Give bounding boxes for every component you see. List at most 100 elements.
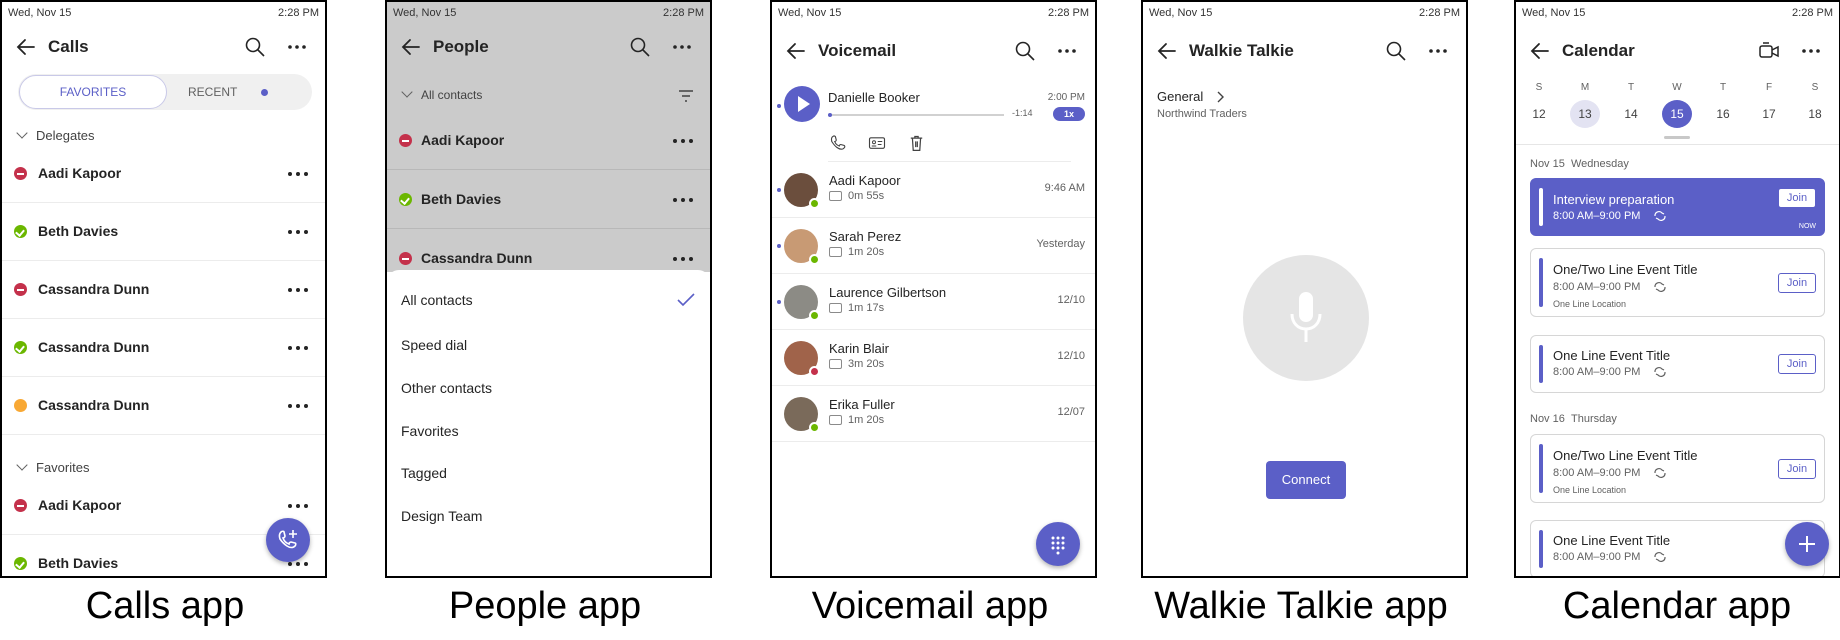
voicemail-playing-item[interactable]: Danielle Booker 2:00 PM -1:14 1x [772,80,1095,162]
voicemail-item[interactable]: Laurence Gilbertson 1m 17s 12/10 [772,274,1095,330]
option-other-contacts[interactable]: Other contacts [401,380,492,396]
event-card[interactable]: One/Two Line Event Title 8:00 AM–9:00 PM… [1530,434,1825,503]
voicemail-item[interactable]: Sarah Perez 1m 20s Yesterday [772,218,1095,274]
more-options-icon[interactable] [287,171,309,177]
more-options-icon[interactable] [287,503,309,509]
people-header: People [387,26,710,68]
search-icon[interactable] [1013,39,1037,63]
back-arrow-icon[interactable] [784,39,808,63]
more-options-icon[interactable] [287,287,309,293]
day-cell[interactable]: 12 [1524,100,1554,128]
contact-row[interactable]: Cassandra Dunn [2,377,325,435]
meet-now-icon[interactable] [1757,39,1781,63]
chevron-down-icon [401,86,413,98]
more-options-icon[interactable] [672,256,694,262]
event-card[interactable]: One Line Event Title 8:00 AM–9:00 PM Joi… [1530,335,1825,393]
option-all-contacts[interactable]: All contacts [401,292,473,308]
contacts-filter[interactable]: All contacts [401,86,482,102]
more-options-icon[interactable] [1426,39,1450,63]
option-design-team[interactable]: Design Team [401,508,482,524]
search-icon[interactable] [243,35,267,59]
dialpad-button[interactable] [1036,522,1080,566]
presence-busy-icon [14,167,27,180]
channel-selector[interactable]: General [1157,88,1224,106]
week-strip-handle[interactable] [1664,136,1690,139]
avatar [784,397,820,433]
weekday-label: M [1580,82,1590,93]
back-arrow-icon[interactable] [14,35,38,59]
dial-call-button[interactable] [266,518,310,562]
status-date: Wed, Nov 15 [778,7,842,19]
push-to-talk-button[interactable] [1243,255,1369,381]
playback-speed-button[interactable]: 1x [1053,107,1085,121]
presence-available-icon [809,422,820,433]
tab-favorites[interactable]: FAVORITES [19,75,167,109]
filter-icon[interactable] [678,90,694,102]
day-cell-selected[interactable]: 13 [1570,100,1600,128]
more-options-icon[interactable] [1055,39,1079,63]
day-cell[interactable]: 18 [1800,100,1830,128]
voicemail-item[interactable]: Erika Fuller 1m 20s 12/07 [772,386,1095,442]
day-cell[interactable]: 16 [1708,100,1738,128]
section-favorites[interactable]: Favorites [16,459,89,475]
search-icon[interactable] [628,35,652,59]
join-button[interactable]: Join [1778,459,1816,479]
day-cell[interactable]: 17 [1754,100,1784,128]
option-speed-dial[interactable]: Speed dial [401,337,467,353]
voicemail-item[interactable]: Aadi Kapoor 0m 55s 9:46 AM [772,162,1095,218]
section-delegates[interactable]: Delegates [16,127,95,143]
event-time: 8:00 AM–9:00 PM [1553,551,1641,563]
join-button[interactable]: Join [1778,188,1816,208]
back-arrow-icon[interactable] [1528,39,1552,63]
delete-icon[interactable] [908,134,925,152]
event-card[interactable]: One Line Event Title 8:00 AM–9:00 PM [1530,520,1825,576]
more-options-icon[interactable] [672,197,694,203]
contact-row[interactable]: Aadi Kapoor [387,112,710,170]
event-card[interactable]: One/Two Line Event Title 8:00 AM–9:00 PM… [1530,248,1825,317]
back-arrow-icon[interactable] [1155,39,1179,63]
contact-row[interactable]: Beth Davies [2,203,325,261]
more-options-icon[interactable] [287,229,309,235]
search-icon[interactable] [1384,39,1408,63]
more-options-icon[interactable] [670,35,694,59]
chevron-down-icon [16,127,28,139]
event-card-current[interactable]: Interview preparation 8:00 AM–9:00 PM Jo… [1530,178,1825,236]
play-button[interactable] [784,86,820,122]
recurring-icon [1654,282,1666,292]
page-title: Voicemail [818,41,897,60]
contact-card-icon[interactable] [868,135,886,151]
back-arrow-icon[interactable] [399,35,423,59]
more-options-icon[interactable] [287,403,309,409]
contact-row[interactable]: Cassandra Dunn [2,261,325,319]
more-options-icon[interactable] [285,35,309,59]
walkie-talkie-app-screen: Wed, Nov 15 2:28 PM Walkie Talkie Genera… [1141,0,1468,578]
event-location: One Line Location [1553,299,1627,309]
presence-busy-icon [809,366,820,377]
status-date: Wed, Nov 15 [393,7,457,19]
contact-row[interactable]: Aadi Kapoor [2,145,325,203]
voicemail-icon [829,415,842,425]
tab-recent[interactable]: RECENT [188,85,237,99]
unread-dot [777,244,781,248]
more-options-icon[interactable] [672,138,694,144]
join-button[interactable]: Join [1778,354,1816,374]
calendar-header: Calendar [1516,30,1839,72]
more-options-icon[interactable] [287,345,309,351]
day-cell[interactable]: 14 [1616,100,1646,128]
weekday-label: T [1719,82,1727,93]
connect-button[interactable]: Connect [1266,461,1346,499]
contact-row[interactable]: Beth Davies [387,171,710,229]
playback-progress-track[interactable] [828,113,1004,117]
option-favorites[interactable]: Favorites [401,423,459,439]
caller-name: Aadi Kapoor [829,173,901,188]
join-button[interactable]: Join [1778,273,1816,293]
phone-icon[interactable] [828,134,846,152]
option-tagged[interactable]: Tagged [401,465,447,481]
more-options-icon[interactable] [1799,39,1823,63]
voicemail-item[interactable]: Karin Blair 3m 20s 12/10 [772,330,1095,386]
day-cell-today[interactable]: 15 [1662,100,1692,128]
new-event-button[interactable] [1785,522,1829,566]
calendar-app-screen: Wed, Nov 15 2:28 PM Calendar S M T W T F… [1514,0,1840,578]
contact-row[interactable]: Cassandra Dunn [2,319,325,377]
weekday-label: F [1765,82,1773,93]
